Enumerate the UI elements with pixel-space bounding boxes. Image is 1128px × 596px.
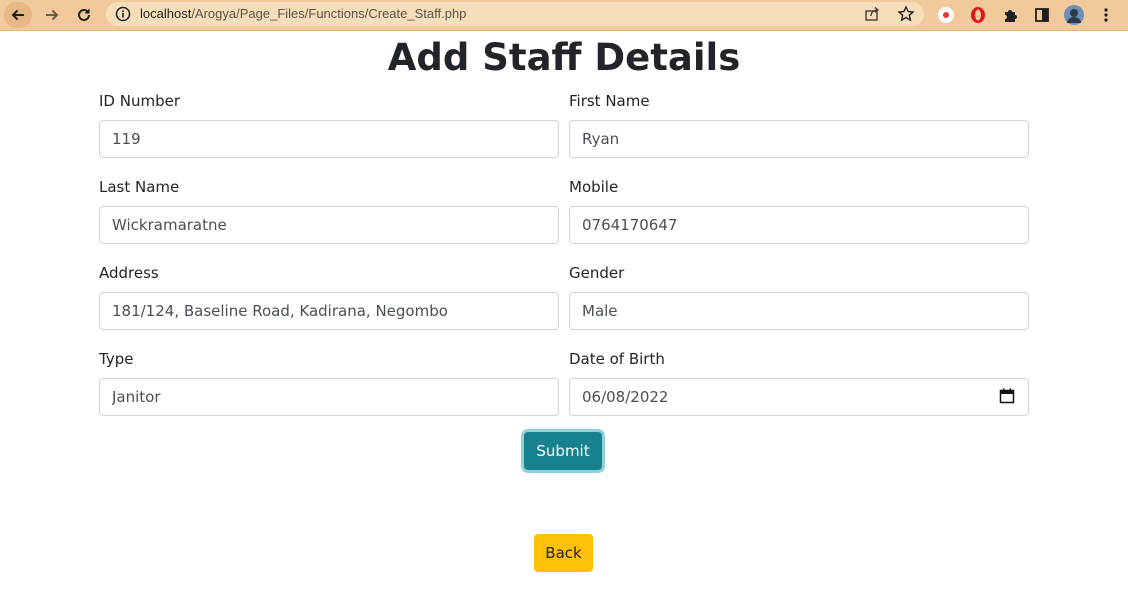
gender-input[interactable] — [569, 292, 1029, 330]
page-title: Add Staff Details — [387, 36, 741, 79]
first-name-label: First Name — [569, 92, 650, 110]
dob-field — [569, 378, 1029, 416]
address-bar[interactable]: localhost/Arogya/Page_Files/Functions/Cr… — [106, 2, 924, 26]
reload-icon[interactable] — [70, 2, 98, 28]
id-number-label: ID Number — [99, 92, 180, 110]
id-number-input[interactable] — [99, 120, 559, 158]
back-arrow-icon[interactable] — [4, 2, 32, 28]
gender-label: Gender — [569, 264, 625, 282]
more-menu-icon[interactable] — [1096, 5, 1116, 25]
address-label: Address — [99, 264, 159, 282]
browser-toolbar: localhost/Arogya/Page_Files/Functions/Cr… — [0, 0, 1128, 31]
back-button[interactable]: Back — [534, 534, 593, 572]
mobile-input[interactable] — [569, 206, 1029, 244]
calendar-icon[interactable] — [999, 388, 1015, 404]
info-icon[interactable] — [115, 6, 131, 22]
avatar[interactable] — [1064, 5, 1084, 25]
record-extension-icon[interactable] — [936, 5, 956, 25]
opera-extension-icon[interactable] — [968, 5, 988, 25]
address-input[interactable] — [99, 292, 559, 330]
side-panel-icon[interactable] — [1032, 5, 1052, 25]
dob-label: Date of Birth — [569, 350, 665, 368]
last-name-input[interactable] — [99, 206, 559, 244]
puzzle-icon[interactable] — [1000, 5, 1020, 25]
forward-arrow-icon[interactable] — [38, 2, 66, 28]
star-icon[interactable] — [897, 5, 915, 23]
first-name-input[interactable] — [569, 120, 1029, 158]
url-text[interactable]: localhost/Arogya/Page_Files/Functions/Cr… — [140, 6, 466, 22]
url-host: localhost — [140, 6, 192, 21]
mobile-label: Mobile — [569, 178, 619, 196]
last-name-label: Last Name — [99, 178, 180, 196]
type-label: Type — [99, 350, 134, 368]
submit-button[interactable]: Submit — [524, 432, 602, 470]
dob-input[interactable] — [569, 378, 1029, 416]
type-input[interactable] — [99, 378, 559, 416]
url-path: /Arogya/Page_Files/Functions/Create_Staf… — [191, 6, 467, 21]
share-icon[interactable] — [864, 6, 880, 22]
